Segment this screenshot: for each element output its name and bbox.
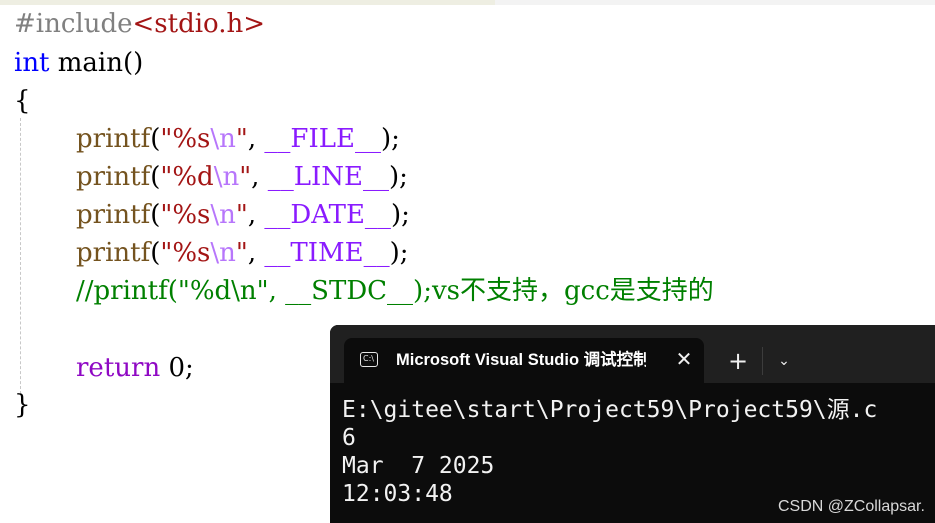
string-quote: " — [235, 200, 248, 230]
function-name: printf — [76, 238, 151, 268]
debug-console-window[interactable]: C:\ Microsoft Visual Studio 调试控制台 ✕ + ⌄ … — [330, 325, 935, 523]
string-quote: " — [239, 162, 252, 192]
paren-open: ( — [150, 238, 161, 268]
statement-end: ); — [389, 238, 409, 268]
escape-sequence: \n — [210, 200, 236, 230]
new-tab-button[interactable]: + — [726, 347, 750, 375]
close-tab-icon[interactable]: ✕ — [672, 347, 696, 371]
code-comment: //printf("%d\n", __STDC__);vs不支持，gcc是支持的 — [76, 276, 714, 306]
brace-open: { — [14, 86, 31, 116]
main-signature: main() — [49, 48, 144, 78]
code-line-main: int main() — [14, 46, 143, 80]
comma: , — [247, 124, 265, 154]
return-keyword: return — [76, 353, 161, 383]
chevron-down-icon[interactable]: ⌄ — [772, 347, 796, 375]
code-line-comment: //printf("%d\n", __STDC__);vs不支持，gcc是支持的 — [76, 274, 714, 308]
escape-sequence: \n — [210, 238, 236, 268]
format-string: "%s — [160, 238, 211, 268]
code-line-brace-close: } — [14, 388, 31, 422]
function-name: printf — [76, 124, 151, 154]
string-quote: " — [235, 238, 248, 268]
escape-sequence: \n — [210, 124, 236, 154]
format-string: "%d — [160, 162, 214, 192]
escape-sequence: \n — [213, 162, 240, 192]
terminal-tab[interactable]: C:\ Microsoft Visual Studio 调试控制台 ✕ — [344, 338, 704, 383]
console-output-line: Mar 7 2025 — [342, 453, 495, 479]
string-quote: " — [235, 124, 248, 154]
comma: , — [247, 200, 265, 230]
code-line-printf-file: printf("%s\n", __FILE__); — [76, 122, 400, 156]
csdn-watermark: CSDN @ZCollapsar. — [778, 498, 925, 515]
console-output-line: 6 — [342, 425, 356, 451]
return-value: 0; — [160, 353, 194, 383]
code-line-include: #include<stdio.h> — [14, 7, 265, 41]
type-keyword: int — [14, 48, 50, 78]
paren-open: ( — [150, 124, 161, 154]
code-line-printf-time: printf("%s\n", __TIME__); — [76, 236, 409, 270]
macro-name: __LINE__ — [267, 162, 389, 192]
terminal-tab-title: Microsoft Visual Studio 调试控制台 — [396, 351, 646, 369]
macro-name: __TIME__ — [264, 238, 390, 268]
code-line-return: return 0; — [76, 351, 194, 385]
paren-open: ( — [150, 162, 161, 192]
tab-divider — [762, 347, 763, 375]
header-name: <stdio.h> — [132, 9, 266, 39]
statement-end: ); — [388, 162, 408, 192]
format-string: "%s — [160, 200, 211, 230]
code-line-brace-open: { — [14, 84, 31, 118]
format-string: "%s — [160, 124, 211, 154]
console-icon: C:\ — [360, 352, 378, 367]
comma: , — [251, 162, 268, 192]
macro-name: __FILE__ — [264, 124, 381, 154]
code-line-printf-line: printf("%d\n", __LINE__); — [76, 160, 408, 194]
console-output-line: 12:03:48 — [342, 481, 453, 507]
macro-name: __DATE__ — [264, 200, 391, 230]
indent-guide — [20, 118, 21, 394]
function-name: printf — [76, 162, 151, 192]
code-line-printf-date: printf("%s\n", __DATE__); — [76, 198, 410, 232]
statement-end: ); — [380, 124, 400, 154]
paren-open: ( — [150, 200, 161, 230]
console-output-line: E:\gitee\start\Project59\Project59\源.c — [342, 397, 878, 423]
preprocessor-directive: #include — [14, 9, 133, 39]
terminal-tab-bar: C:\ Microsoft Visual Studio 调试控制台 ✕ + ⌄ — [330, 325, 935, 383]
brace-close: } — [14, 390, 31, 420]
function-name: printf — [76, 200, 151, 230]
statement-end: ); — [390, 200, 410, 230]
comma: , — [247, 238, 265, 268]
